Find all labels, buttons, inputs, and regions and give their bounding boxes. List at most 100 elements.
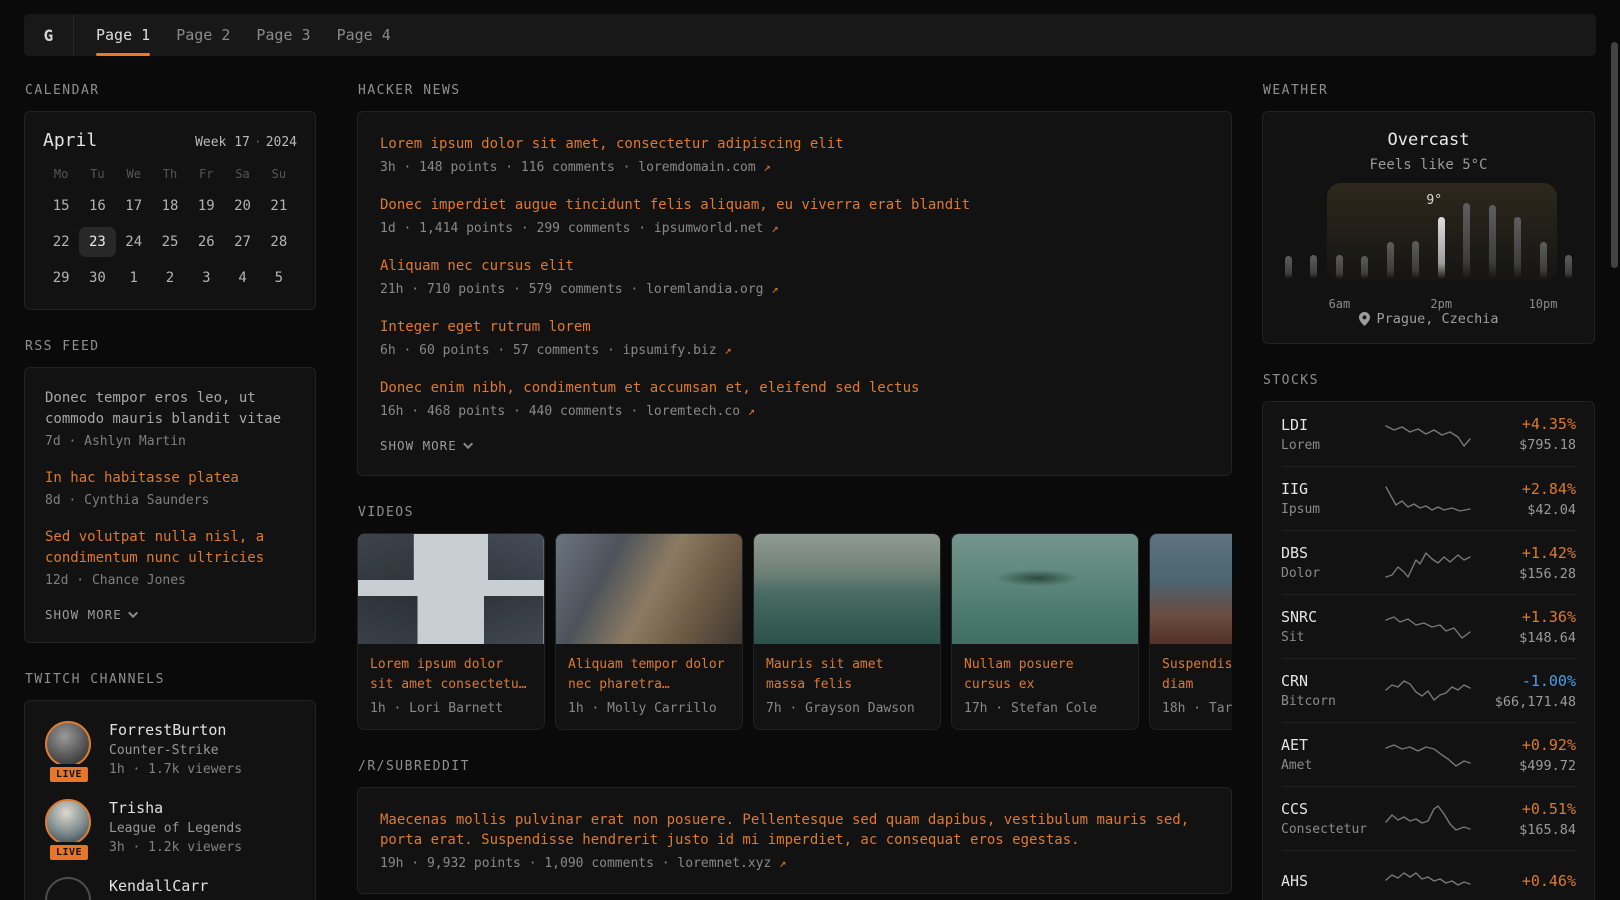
video-title[interactable]: Suspendisse: [1162, 655, 1232, 675]
chevron-down-icon: [463, 439, 473, 449]
hackernews-widget: Lorem ipsum dolor sit amet, consectetur …: [357, 111, 1232, 476]
video-card[interactable]: Suspendisse diam 18h · Tara: [1149, 533, 1232, 730]
video-thumbnail[interactable]: [754, 534, 940, 644]
reddit-post-title[interactable]: Maecenas mollis pulvinar erat non posuer…: [380, 810, 1209, 830]
rss-item-title[interactable]: Donec tempor eros leo, ut: [45, 388, 295, 409]
stock-sparkline: [1383, 738, 1475, 772]
stock-row[interactable]: DBS Dolor +1.42% $156.28: [1281, 530, 1576, 594]
stock-change: +1.36%: [1475, 608, 1576, 626]
time-label: 2pm: [1430, 297, 1452, 311]
external-link-icon[interactable]: ↗: [748, 404, 755, 418]
channel-game[interactable]: Counter-Strike: [109, 743, 242, 758]
weekday-label: Th: [152, 167, 188, 185]
stocks-section-title: STOCKS: [1263, 373, 1595, 388]
channel-name[interactable]: KendallCarr: [109, 877, 208, 895]
video-meta: 18h · Tara: [1162, 701, 1232, 716]
stock-row[interactable]: LDI Lorem +4.35% $795.18: [1281, 402, 1576, 466]
stock-row[interactable]: CRN Bitcorn -1.00% $66,171.48: [1281, 658, 1576, 722]
stock-row[interactable]: AET Amet +0.92% $499.72: [1281, 722, 1576, 786]
rss-show-more-button[interactable]: SHOW MORE: [45, 607, 295, 622]
stock-row[interactable]: CCS Consectetur +0.51% $165.84: [1281, 786, 1576, 850]
video-card[interactable]: Nullam posuere cursus ex 17h · Stefan Co…: [951, 533, 1139, 730]
stock-symbol[interactable]: CRN: [1281, 672, 1383, 690]
stock-symbol[interactable]: SNRC: [1281, 608, 1383, 626]
stock-name: Ipsum: [1281, 502, 1383, 517]
rss-item-title[interactable]: Sed volutpat nulla nisl, a: [45, 527, 295, 548]
rss-section-title: RSS FEED: [25, 339, 316, 354]
external-link-icon[interactable]: ↗: [779, 856, 786, 870]
channel-game[interactable]: League of Legends: [109, 821, 242, 836]
video-thumbnail[interactable]: [358, 534, 544, 644]
twitch-channel-row[interactable]: LIVE Trisha League of Legends 3h · 1.2k …: [45, 799, 295, 855]
channel-avatar-image: [45, 721, 91, 767]
tab-page-4[interactable]: Page 4: [337, 14, 391, 56]
stocks-section: STOCKS LDI Lorem +4.35% $795.18: [1262, 373, 1595, 900]
video-title[interactable]: diam: [1162, 675, 1232, 695]
stock-symbol[interactable]: AET: [1281, 736, 1383, 754]
stock-symbol[interactable]: AHS: [1281, 872, 1383, 890]
stock-symbol[interactable]: CCS: [1281, 800, 1383, 818]
rss-item-title[interactable]: In hac habitasse platea: [45, 468, 295, 489]
stock-row[interactable]: AHS +0.46%: [1281, 850, 1576, 900]
video-card[interactable]: Mauris sit amet massa felis 7h · Grayson…: [753, 533, 941, 730]
hn-story-title[interactable]: Donec enim nibh, condimentum et accumsan…: [380, 378, 1209, 398]
tab-page-3[interactable]: Page 3: [256, 14, 310, 56]
hn-story: Donec enim nibh, condimentum et accumsan…: [380, 378, 1209, 419]
reddit-post-title[interactable]: porta erat. Suspendisse hendrerit justo …: [380, 830, 1209, 850]
app-logo[interactable]: G: [24, 14, 74, 56]
hn-story-title[interactable]: Integer eget rutrum lorem: [380, 317, 1209, 337]
video-thumbnail[interactable]: [952, 534, 1138, 644]
hn-story: Integer eget rutrum lorem 6h · 60 points…: [380, 317, 1209, 358]
hn-show-more-button[interactable]: SHOW MORE: [380, 438, 1209, 453]
video-title[interactable]: cursus ex: [964, 675, 1126, 695]
videos-section: VIDEOS Lorem ipsum dolor sit amet consec…: [357, 505, 1232, 730]
video-title[interactable]: massa felis: [766, 675, 928, 695]
video-thumbnail[interactable]: [1150, 534, 1232, 644]
temp-bar: [1489, 205, 1496, 279]
hn-story-title[interactable]: Lorem ipsum dolor sit amet, consectetur …: [380, 134, 1209, 154]
calendar-day: 1: [116, 263, 152, 293]
stock-row[interactable]: SNRC Sit +1.36% $148.64: [1281, 594, 1576, 658]
video-title[interactable]: Nullam posuere: [964, 655, 1126, 675]
stock-symbol[interactable]: DBS: [1281, 544, 1383, 562]
rss-item-title[interactable]: condimentum nunc ultricies: [45, 548, 295, 569]
calendar-week-label: Week 17: [195, 135, 250, 150]
temp-bar: [1336, 255, 1343, 279]
video-title[interactable]: Aliquam tempor dolor: [568, 655, 730, 675]
stock-symbol[interactable]: IIG: [1281, 480, 1383, 498]
top-nav: G Page 1 Page 2 Page 3 Page 4: [24, 14, 1596, 56]
tab-page-2[interactable]: Page 2: [176, 14, 230, 56]
calendar-day: 15: [43, 191, 79, 221]
stock-symbol[interactable]: LDI: [1281, 416, 1383, 434]
twitch-channel-row[interactable]: KendallCarr: [45, 877, 295, 900]
external-link-icon[interactable]: ↗: [724, 343, 731, 357]
stock-sparkline: [1383, 546, 1475, 580]
stock-row[interactable]: IIG Ipsum +2.84% $42.04: [1281, 466, 1576, 530]
video-title[interactable]: Mauris sit amet: [766, 655, 928, 675]
rss-item-title[interactable]: commodo mauris blandit vitae: [45, 409, 295, 430]
channel-name[interactable]: ForrestBurton: [109, 721, 242, 739]
twitch-channel-row[interactable]: LIVE ForrestBurton Counter-Strike 1h · 1…: [45, 721, 295, 777]
calendar-day: 30: [79, 263, 115, 293]
weather-location: Prague, Czechia: [1283, 311, 1574, 327]
channel-name[interactable]: Trisha: [109, 799, 242, 817]
calendar-day: 22: [43, 227, 79, 257]
hn-story-title[interactable]: Aliquam nec cursus elit: [380, 256, 1209, 276]
external-link-icon[interactable]: ↗: [771, 282, 778, 296]
video-thumbnail[interactable]: [556, 534, 742, 644]
weather-condition: Overcast: [1283, 130, 1574, 150]
video-title[interactable]: sit amet consectetu…: [370, 675, 532, 695]
video-card[interactable]: Lorem ipsum dolor sit amet consectetu… 1…: [357, 533, 545, 730]
page-scrollbar[interactable]: [1611, 42, 1618, 268]
external-link-icon[interactable]: ↗: [764, 160, 771, 174]
subreddit-widget: Maecenas mollis pulvinar erat non posuer…: [357, 787, 1232, 894]
external-link-icon[interactable]: ↗: [771, 221, 778, 235]
video-title[interactable]: Lorem ipsum dolor: [370, 655, 532, 675]
tab-page-1[interactable]: Page 1: [96, 14, 150, 56]
video-card[interactable]: Aliquam tempor dolor nec pharetra… 1h · …: [555, 533, 743, 730]
hn-story-title[interactable]: Donec imperdiet augue tincidunt felis al…: [380, 195, 1209, 215]
video-meta: 1h · Molly Carrillo: [568, 701, 730, 716]
videos-section-title: VIDEOS: [358, 505, 1232, 520]
calendar-day: 2: [152, 263, 188, 293]
video-title[interactable]: nec pharetra…: [568, 675, 730, 695]
